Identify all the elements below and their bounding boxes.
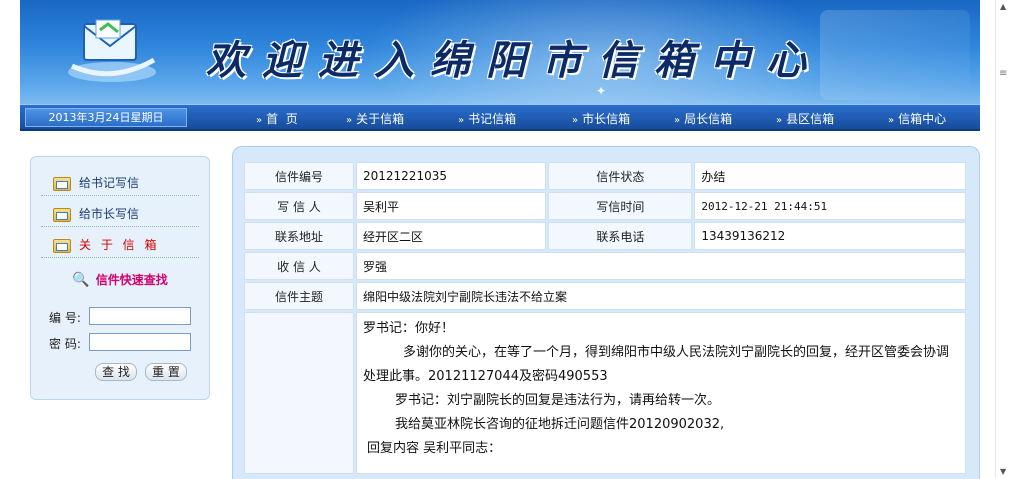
folder-icon bbox=[53, 238, 71, 253]
nav-item-label: 书记信箱 bbox=[468, 112, 517, 126]
content-label-cell bbox=[244, 312, 354, 474]
chevron-double-right-icon: » bbox=[458, 115, 465, 126]
nav-item-label: 市长信箱 bbox=[582, 112, 631, 126]
reset-button[interactable]: 重 置 bbox=[145, 363, 187, 381]
folder-icon bbox=[53, 207, 71, 222]
key-icon: 🔍 bbox=[72, 272, 90, 288]
content-line: 处理此事。20121127044及密码490553 bbox=[363, 369, 608, 384]
letter-number-label: 信件编号 bbox=[244, 162, 354, 190]
nav-item-label: 县区信箱 bbox=[786, 112, 835, 126]
letter-content: 罗书记：你好！ 多谢你的关心，在等了一个月，得到绵阳市中级人民法院刘宁副院长的回… bbox=[356, 312, 966, 474]
folder-icon bbox=[53, 176, 71, 191]
table-row: 罗书记：你好！ 多谢你的关心，在等了一个月，得到绵阳市中级人民法院刘宁副院长的回… bbox=[244, 312, 966, 474]
number-label: 编 号: bbox=[49, 311, 81, 325]
nav-item-label: 信箱中心 bbox=[898, 112, 947, 126]
banner: 欢迎进入绵阳市信箱中心 ✦ bbox=[20, 0, 980, 104]
table-row: 信件主题 绵阳中级法院刘宁副院长违法不给立案 bbox=[244, 282, 966, 310]
writer: 吴利平 bbox=[356, 192, 547, 220]
phone-label: 联系电话 bbox=[548, 222, 693, 250]
nav-date: 2013年3月24日星期日 bbox=[25, 108, 187, 127]
nav-bar: 2013年3月24日星期日 » 首 页 » 关于信箱 » 书记信箱 » 市长信箱 » 局长… bbox=[20, 104, 980, 131]
letter-detail-table: 信件编号 20121221035 信件状态 办结 写 信 人 吴利平 写信时间 … bbox=[242, 160, 968, 476]
sidebar: 给书记写信 给市长写信 关 于 信 箱 🔍 信件快速查找 编 号: 密 码: 查 … bbox=[30, 156, 210, 400]
scroll-up-icon[interactable]: ▲ bbox=[1000, 2, 1006, 11]
chevron-double-right-icon: » bbox=[346, 115, 353, 126]
sidebar-item-label: 给市长写信 bbox=[79, 207, 140, 221]
banner-title: 欢迎进入绵阳市信箱中心 bbox=[206, 37, 822, 84]
letter-logo-icon bbox=[68, 19, 156, 82]
nav-item-mayor[interactable]: » 市长信箱 bbox=[572, 110, 630, 127]
sidebar-item-label: 关 于 信 箱 bbox=[79, 238, 160, 252]
table-row: 写 信 人 吴利平 写信时间 2012-12-21 21:44:51 bbox=[244, 192, 966, 220]
phone: 13439136212 bbox=[694, 222, 966, 250]
sidebar-item-write-secretary[interactable]: 给书记写信 bbox=[41, 171, 199, 196]
content-line: 多谢你的关心，在等了一个月，得到绵阳市中级人民法院刘宁副院长的回复，经开区管委会… bbox=[403, 345, 950, 360]
scroll-grip-icon[interactable]: ≡ bbox=[999, 68, 1007, 79]
content-line: 罗书记：你好！ bbox=[363, 321, 455, 336]
table-row: 信件编号 20121221035 信件状态 办结 bbox=[244, 162, 966, 190]
nav-item-label: 关于信箱 bbox=[356, 112, 405, 126]
recipient-label: 收 信 人 bbox=[244, 252, 354, 280]
sidebar-item-write-mayor[interactable]: 给市长写信 bbox=[41, 202, 199, 227]
chevron-double-right-icon: » bbox=[776, 115, 783, 126]
chevron-double-right-icon: » bbox=[674, 115, 681, 126]
address: 经开区二区 bbox=[356, 222, 547, 250]
content-line: 回复内容 吴利平同志： bbox=[367, 441, 502, 456]
nav-item-label: 局长信箱 bbox=[684, 112, 733, 126]
nav-item-county[interactable]: » 县区信箱 bbox=[776, 110, 834, 127]
search-button[interactable]: 查 找 bbox=[95, 363, 137, 381]
nav-item-secretary[interactable]: » 书记信箱 bbox=[458, 110, 516, 127]
table-row: 收 信 人 罗强 bbox=[244, 252, 966, 280]
nav-item-label: 首 页 bbox=[266, 112, 298, 126]
nav-item-about[interactable]: » 关于信箱 bbox=[346, 110, 404, 127]
address-label: 联系地址 bbox=[244, 222, 354, 250]
chevron-double-right-icon: » bbox=[572, 115, 579, 126]
letter-status-label: 信件状态 bbox=[548, 162, 693, 190]
write-time-label: 写信时间 bbox=[548, 192, 693, 220]
page-scrollbar[interactable]: ▲ ≡ ▼ bbox=[995, 0, 1012, 478]
sidebar-item-label: 给书记写信 bbox=[79, 176, 140, 190]
password-label: 密 码: bbox=[49, 337, 81, 351]
sparkle-icon: ✦ bbox=[596, 84, 607, 98]
writer-label: 写 信 人 bbox=[244, 192, 354, 220]
table-row: 联系地址 经开区二区 联系电话 13439136212 bbox=[244, 222, 966, 250]
subject: 绵阳中级法院刘宁副院长违法不给立案 bbox=[356, 282, 966, 310]
content-line: 我给莫亚林院长咨询的征地拆迁问题信件20120902032, bbox=[395, 417, 725, 432]
quick-search-title: 🔍 信件快速查找 bbox=[31, 271, 209, 288]
letter-status: 办结 bbox=[694, 162, 966, 190]
sidebar-item-about[interactable]: 关 于 信 箱 bbox=[41, 233, 199, 258]
nav-item-director[interactable]: » 局长信箱 bbox=[674, 110, 732, 127]
chevron-double-right-icon: » bbox=[256, 115, 263, 126]
nav-item-home[interactable]: » 首 页 bbox=[256, 110, 298, 127]
number-input[interactable] bbox=[89, 307, 191, 325]
quick-search-label: 信件快速查找 bbox=[95, 273, 168, 287]
letter-number: 20121221035 bbox=[356, 162, 547, 190]
recipient: 罗强 bbox=[356, 252, 966, 280]
subject-label: 信件主题 bbox=[244, 282, 354, 310]
write-time: 2012-12-21 21:44:51 bbox=[694, 192, 966, 220]
scroll-down-icon[interactable]: ▼ bbox=[1000, 467, 1006, 476]
nav-item-center[interactable]: » 信箱中心 bbox=[888, 110, 946, 127]
content-line: 罗书记：刘宁副院长的回复是违法行为，请再给转一次。 bbox=[395, 393, 721, 408]
password-input[interactable] bbox=[89, 333, 191, 351]
chevron-double-right-icon: » bbox=[888, 115, 895, 126]
